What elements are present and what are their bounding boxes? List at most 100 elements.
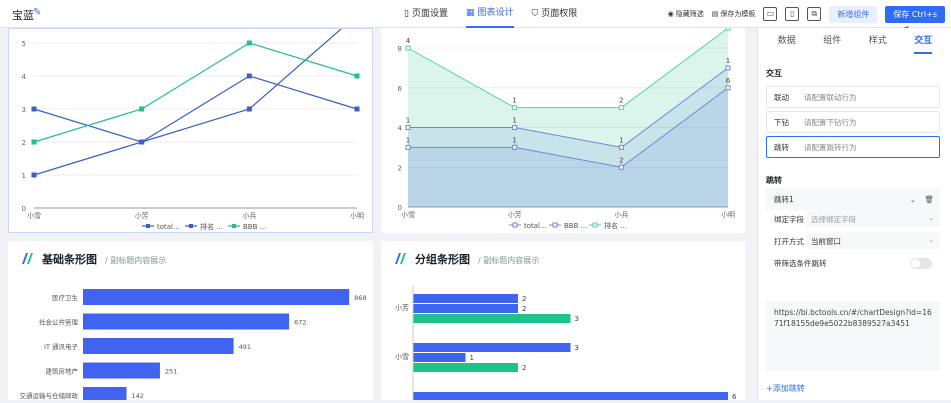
data-label: 2 — [522, 364, 526, 372]
y-tick-label: IT 通讯电子 — [44, 342, 78, 351]
legend-label: BBB ... — [243, 223, 266, 231]
tab-style[interactable]: 样式 — [869, 28, 887, 54]
new-component-button[interactable]: 新增组件 — [829, 5, 878, 23]
bar — [83, 362, 160, 379]
save-template-label: 保存为模板 — [720, 10, 756, 18]
save-template-button[interactable]: ▤ 保存为模板 — [712, 9, 756, 19]
tab-page-settings[interactable]: ▯ 页面设置 — [404, 0, 448, 28]
x-tick-label: 小雪 — [401, 210, 415, 219]
template-icon: ▤ — [711, 10, 719, 18]
card-header: 分组条形图 / 副标题内容展示 — [393, 251, 539, 267]
tab-page-permission[interactable]: ⛉ 页面权限 — [532, 0, 578, 28]
bind-field-select[interactable]: 选择绑定字段 ⌄ — [806, 211, 940, 227]
legend-marker — [552, 222, 558, 228]
data-label: 1 — [512, 136, 516, 144]
trash-icon[interactable]: 🗑 — [924, 195, 934, 204]
data-point — [246, 106, 252, 112]
data-label: 6 — [732, 393, 737, 400]
mobile-icon[interactable]: ▯ — [785, 7, 800, 21]
line-chart-card[interactable]: 0 1 2 3 4 5 小雪 小芳 小兵 小明 total... 排名 ... BBB ... — [8, 28, 373, 233]
legend-label: total... — [157, 223, 180, 231]
y-tick-label: 小芳 — [395, 303, 409, 312]
y-tick-label: 小雪 — [395, 352, 409, 361]
x-tick-label: 小芳 — [135, 211, 149, 220]
data-label: 4 — [406, 37, 411, 45]
y-tick-label: 4 — [22, 73, 27, 81]
data-point — [618, 105, 624, 111]
x-tick-label: 小明 — [721, 210, 735, 219]
data-label: 142 — [132, 392, 144, 400]
hide-filter-button[interactable]: ◉ 隐藏筛选 — [668, 9, 704, 19]
jump-row[interactable]: 跳转 请配置跳转行为 — [766, 136, 940, 158]
x-tick-label: 小兵 — [242, 211, 256, 220]
y-tick-label: 交通运输与仓储邮政 — [20, 391, 79, 400]
data-label: 1 — [406, 136, 410, 144]
row-value: 请配置下钻行为 — [804, 117, 857, 127]
area-chart-card[interactable]: 0 2 4 6 8 小雪 小芳 小兵 小明 4 1 2 1 1 1 1 1 1 2 6 total... BBB ... 排… — [381, 25, 745, 233]
y-tick-label: 建筑房地产 — [46, 367, 79, 376]
card-title: 分组条形图 — [415, 253, 470, 266]
tab-chart-design[interactable]: ▦ 图表设计 — [465, 0, 514, 28]
data-point — [31, 172, 37, 178]
bar — [413, 314, 571, 323]
row-label: 联动 — [774, 92, 789, 102]
tab-interaction[interactable]: 交互 — [914, 28, 933, 54]
filter-jump-toggle[interactable] — [910, 257, 932, 269]
data-point — [725, 65, 731, 71]
data-label: 1 — [470, 354, 474, 362]
copy-icon[interactable]: ⧉ — [807, 7, 822, 21]
line-chart: 0 1 2 3 4 5 小雪 小芳 小兵 小明 total... 排名 ... BBB ... — [22, 28, 364, 231]
chevron-down-icon[interactable]: ⌄ — [910, 195, 916, 204]
data-label: 1 — [512, 117, 516, 125]
data-label: 1 — [726, 57, 730, 65]
tab-data[interactable]: 数据 — [778, 28, 796, 54]
design-tabs: ▯ 页面设置 ▦ 图表设计 ⛉ 页面权限 — [404, 0, 577, 28]
data-point — [512, 144, 518, 150]
section-title-jump: 跳转 — [766, 176, 782, 185]
y-tick-label: 3 — [22, 106, 26, 114]
grouped-bar-card[interactable]: 分组条形图 / 副标题内容展示 小芳 2 2 3 小雪 3 1 2 6 — [381, 241, 745, 401]
data-point — [354, 106, 360, 112]
bar — [413, 304, 518, 313]
data-label: 868 — [354, 294, 366, 302]
eye-icon: ◉ — [667, 10, 674, 18]
data-label: 3 — [575, 344, 579, 352]
save-button[interactable]: 保存 Ctrl+s — [885, 5, 945, 23]
open-mode-select[interactable]: 当前窗口 ⌄ — [806, 233, 940, 249]
tab-component[interactable]: 组件 — [823, 28, 841, 54]
data-point — [139, 139, 145, 145]
bar — [413, 392, 728, 401]
y-tick-label: 医疗卫生 — [52, 293, 79, 302]
row-label: 跳转 — [774, 142, 789, 152]
app-title: 宝蓝 — [12, 9, 34, 22]
desktop-icon[interactable]: ▭ — [763, 7, 778, 21]
data-label: 2 — [619, 156, 623, 164]
edit-icon[interactable]: ✎ — [33, 7, 41, 18]
y-tick-label: 社会公共管理 — [39, 318, 79, 327]
chart-icon: ▦ — [465, 8, 475, 18]
legend-marker — [232, 224, 236, 228]
data-label: 1 — [619, 136, 623, 144]
open-mode-label: 打开方式 — [774, 236, 804, 246]
legend-marker — [189, 224, 193, 228]
legend-label: total... — [524, 222, 547, 230]
drilldown-row[interactable]: 下钻 请配置下钻行为 — [766, 111, 940, 133]
basic-bar-card[interactable]: 基础条形图 / 副标题内容展示 医疗卫生 868 社会公共管理 672 IT 通讯电子 4… — [8, 241, 373, 403]
data-point — [405, 45, 411, 51]
data-point — [512, 105, 518, 111]
y-tick-label: 8 — [398, 45, 402, 53]
row-value: 请配置联动行为 — [804, 92, 857, 102]
bar — [83, 338, 234, 354]
card-subtitle: / 副标题内容展示 — [478, 256, 540, 265]
jump-item-header[interactable]: 跳转1 ⌄ 🗑 — [766, 188, 940, 210]
y-tick-label: 2 — [398, 164, 402, 172]
data-label: 2 — [522, 295, 526, 303]
data-point — [512, 125, 518, 130]
hide-filter-label: 隐藏筛选 — [675, 10, 704, 18]
x-tick-label: 小兵 — [614, 210, 628, 219]
add-jump-link[interactable]: +添加跳转 — [766, 383, 805, 394]
linkage-row[interactable]: 联动 请配置联动行为 — [766, 86, 940, 108]
y-tick-label: 0 — [22, 205, 26, 213]
url-textarea[interactable]: https://bi.bctools.cn/#/chartDesign?id=1… — [766, 301, 940, 371]
legend-label: BBB ... — [564, 222, 587, 230]
